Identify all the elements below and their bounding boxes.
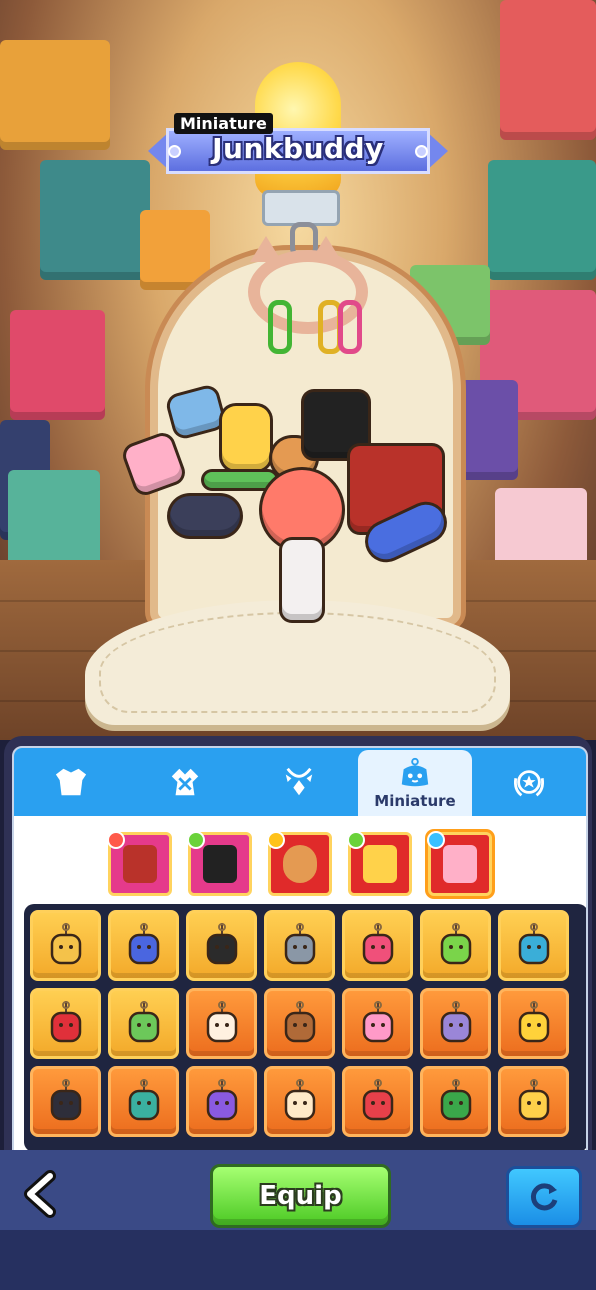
treasure-chest-charm-icon <box>123 845 157 883</box>
inventory-item[interactable] <box>342 1066 413 1137</box>
inventory-grid-frame <box>24 904 586 1152</box>
inventory-grid <box>30 910 582 1137</box>
pixel-heart-charm-icon <box>50 1001 82 1043</box>
tab-emblem[interactable] <box>472 748 586 816</box>
tab-outfit[interactable] <box>128 748 242 816</box>
skull-charm-icon <box>206 923 238 965</box>
tab-miniature[interactable]: Miniature <box>358 750 472 816</box>
inventory-item[interactable] <box>108 1066 179 1137</box>
item-name: Junkbuddy <box>212 132 384 165</box>
equipped-slot[interactable] <box>267 831 332 896</box>
back-button[interactable] <box>20 1170 60 1218</box>
inventory-item[interactable] <box>186 910 257 981</box>
green-star-charm-icon <box>440 923 472 965</box>
game-controller-charm-icon <box>50 1079 82 1121</box>
carabiner-icon <box>268 300 292 354</box>
party-hat-charm-icon <box>206 1079 238 1121</box>
girl-body-charm-icon <box>282 540 322 620</box>
chevron-left-icon <box>24 1170 56 1218</box>
inventory-item[interactable] <box>264 910 335 981</box>
purple-rock-charm-icon <box>440 1001 472 1043</box>
inventory-item[interactable] <box>30 1066 101 1137</box>
equipped-slot[interactable] <box>187 831 252 896</box>
donut-bear-charm-icon <box>283 845 317 883</box>
pow-charm-icon <box>284 1079 316 1121</box>
inventory-item[interactable] <box>498 988 569 1059</box>
cheese-bear-charm-icon <box>518 1079 550 1121</box>
inventory-item[interactable] <box>264 1066 335 1137</box>
inventory-item[interactable] <box>420 1066 491 1137</box>
equipped-slots-row <box>14 824 586 916</box>
chick-can-charm-icon <box>363 845 397 883</box>
redhead-girl-charm-icon <box>262 470 342 550</box>
skateboard-charm-icon <box>204 472 276 488</box>
character-showcase-scene <box>0 0 596 740</box>
inventory-item[interactable] <box>264 988 335 1059</box>
block-stack-charm-icon <box>50 923 82 965</box>
sun-charm-icon <box>518 1001 550 1043</box>
outfit-icon <box>171 768 199 796</box>
honey-bear-charm-icon <box>284 1001 316 1043</box>
black-fist-charm-icon <box>203 845 237 883</box>
rarity-gem-icon <box>267 831 285 849</box>
background-gift-box <box>488 160 596 280</box>
inventory-item[interactable] <box>30 910 101 981</box>
lamp-base <box>262 190 340 226</box>
refresh-button[interactable] <box>506 1166 582 1228</box>
miniature-icon <box>401 757 429 787</box>
inventory-item[interactable] <box>498 1066 569 1137</box>
tab-necklace[interactable] <box>242 748 356 816</box>
rarity-gem-icon <box>187 831 205 849</box>
item-category-tag: Miniature <box>174 113 273 134</box>
clover-charm-icon <box>440 1079 472 1121</box>
flower-beads-charm-icon <box>362 1001 394 1043</box>
background-gift-box <box>40 160 150 280</box>
armor-icon <box>55 768 87 796</box>
inventory-item[interactable] <box>186 988 257 1059</box>
rarity-gem-icon <box>107 831 125 849</box>
inventory-item[interactable] <box>420 910 491 981</box>
calico-cat-charm-icon <box>206 1001 238 1043</box>
inventory-item[interactable] <box>498 910 569 981</box>
rarity-gem-icon <box>347 831 365 849</box>
inventory-item[interactable] <box>420 988 491 1059</box>
rarity-gem-icon <box>427 831 445 849</box>
frog-charm-icon <box>128 1001 160 1043</box>
emblem-icon <box>514 770 544 797</box>
equipped-slot-selected[interactable] <box>427 831 492 896</box>
necklace-icon <box>285 767 313 796</box>
letter-block-charm-icon <box>443 845 477 883</box>
refresh-icon <box>530 1183 558 1211</box>
chick-can-charm-icon <box>222 406 270 470</box>
heart-music-charm-icon <box>362 923 394 965</box>
gumball-charm-icon <box>362 1079 394 1121</box>
background-gift-box <box>0 40 110 150</box>
background-gift-box <box>500 0 596 140</box>
tab-armor[interactable] <box>14 748 128 816</box>
equipped-slot[interactable] <box>347 831 412 896</box>
inventory-item[interactable] <box>342 988 413 1059</box>
category-tab-bar: Miniature <box>14 748 586 816</box>
inventory-item[interactable] <box>342 910 413 981</box>
background-gift-box <box>140 210 210 290</box>
tail-charm-icon <box>170 496 240 536</box>
blue-star-charm-icon <box>128 923 160 965</box>
inventory-item[interactable] <box>108 910 179 981</box>
arcade-charm-icon <box>128 1079 160 1121</box>
carabiner-icon <box>338 300 362 354</box>
equip-button-label: Equip <box>259 1181 342 1211</box>
dino-charm-icon <box>518 923 550 965</box>
equip-button[interactable]: Equip <box>210 1164 391 1228</box>
tab-miniature-label: Miniature <box>374 792 456 810</box>
inventory-panel-inner: Miniature <box>12 746 588 1160</box>
background-gift-box <box>10 310 105 420</box>
item-name-banner: Junkbuddy <box>148 128 448 174</box>
inventory-item[interactable] <box>108 988 179 1059</box>
inventory-item[interactable] <box>30 988 101 1059</box>
inventory-item[interactable] <box>186 1066 257 1137</box>
gray-cat-charm-icon <box>284 923 316 965</box>
equipped-slot[interactable] <box>107 831 172 896</box>
